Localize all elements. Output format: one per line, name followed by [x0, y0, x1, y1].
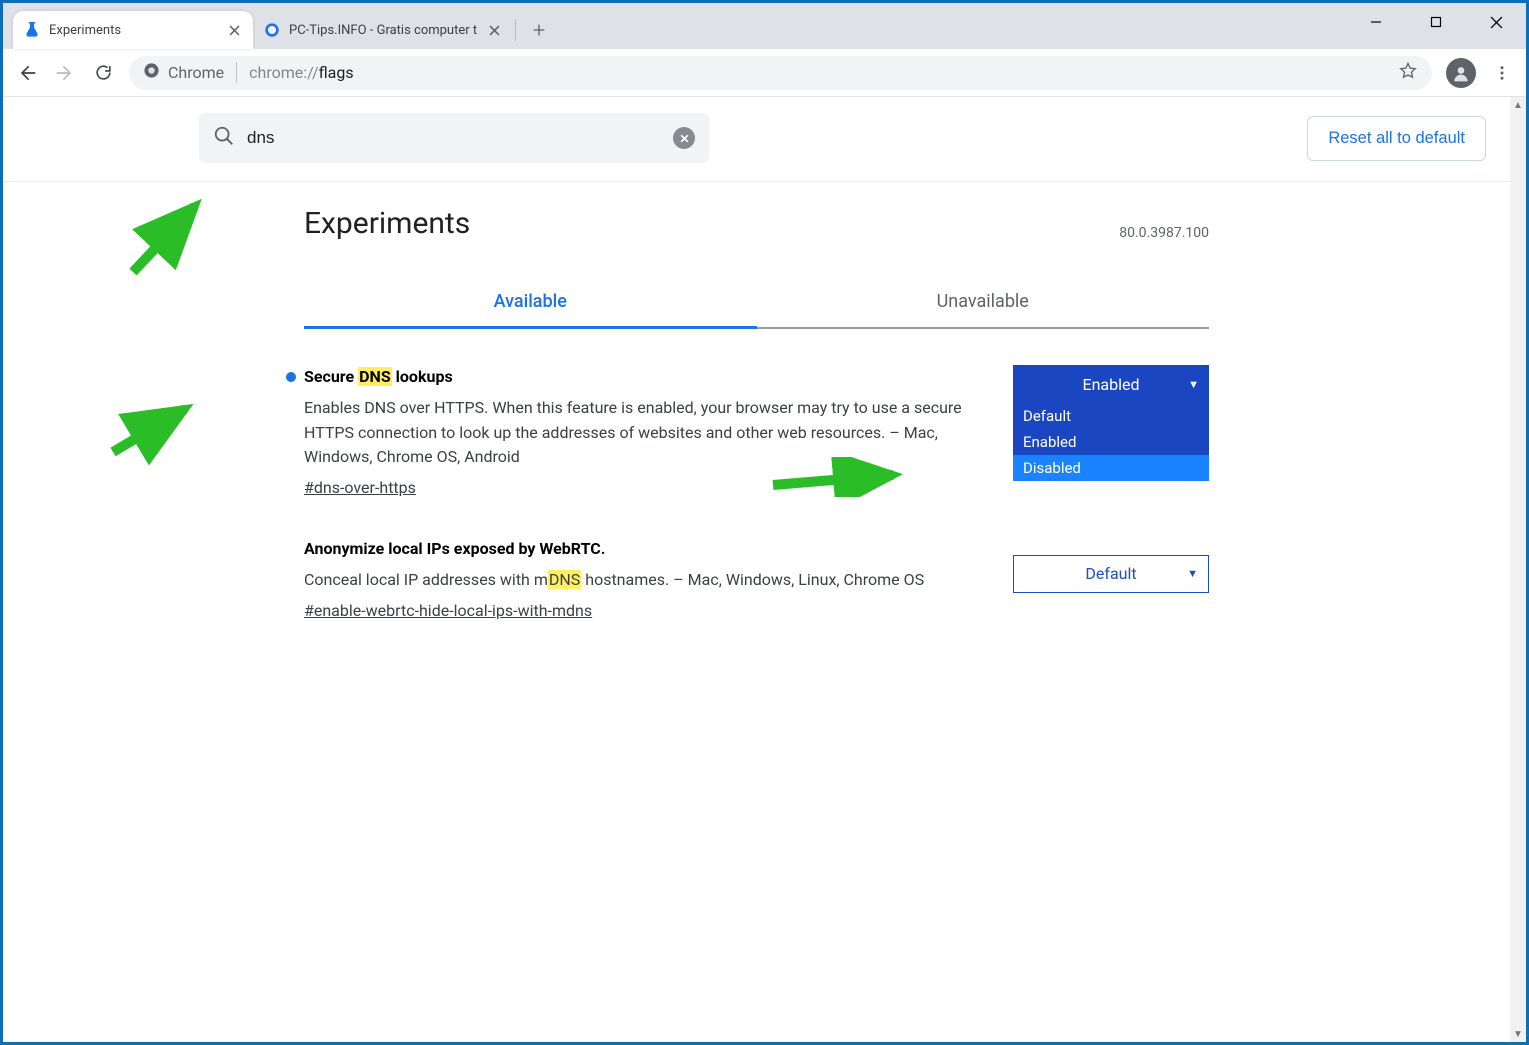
reload-button[interactable]	[85, 55, 121, 91]
chip-label: Chrome	[168, 63, 224, 82]
close-window-button[interactable]	[1466, 3, 1526, 41]
tab-unavailable[interactable]: Unavailable	[757, 279, 1210, 329]
vertical-scrollbar[interactable]: ▲ ▼	[1510, 97, 1526, 1042]
close-icon[interactable]	[225, 21, 243, 39]
page-body: Reset all to default Experiments 80.0.39…	[3, 97, 1526, 1042]
flag-title: Anonymize local IPs exposed by WebRTC.	[304, 537, 983, 562]
maximize-button[interactable]	[1406, 3, 1466, 41]
forward-button[interactable]	[47, 55, 83, 91]
search-icon	[213, 125, 235, 151]
chrome-icon	[143, 62, 160, 83]
tab-strip: Experiments PC-Tips.INFO - Gratis comput…	[3, 11, 1346, 49]
modified-dot-icon	[286, 372, 296, 382]
flag-row: Secure DNS lookups Enables DNS over HTTP…	[304, 329, 1209, 501]
flag-description: Enables DNS over HTTPS. When this featur…	[304, 396, 983, 470]
flask-icon	[23, 21, 41, 39]
new-tab-button[interactable]	[522, 13, 556, 47]
scroll-down-icon[interactable]: ▼	[1510, 1026, 1526, 1042]
url-text: chrome://flags	[249, 63, 353, 82]
option-enabled[interactable]: Enabled	[1013, 429, 1209, 455]
toolbar: Chrome chrome://flags	[3, 49, 1526, 97]
flag-hash-link[interactable]: #dns-over-https	[304, 476, 416, 501]
tab-pctips[interactable]: PC-Tips.INFO - Gratis computer t	[253, 11, 513, 49]
tab-available[interactable]: Available	[304, 279, 757, 329]
option-disabled[interactable]: Disabled	[1013, 455, 1209, 481]
back-button[interactable]	[9, 55, 45, 91]
clear-search-icon[interactable]	[673, 127, 695, 149]
globe-icon	[263, 21, 281, 39]
search-input[interactable]	[247, 128, 661, 148]
flags-search[interactable]	[199, 113, 709, 163]
address-bar[interactable]: Chrome chrome://flags	[129, 56, 1432, 90]
flag-title: Secure DNS lookups	[304, 365, 983, 390]
flag-row: Anonymize local IPs exposed by WebRTC. C…	[304, 501, 1209, 623]
close-icon[interactable]	[485, 21, 503, 39]
bookmark-star-icon[interactable]	[1398, 61, 1418, 85]
scroll-up-icon[interactable]: ▲	[1510, 97, 1526, 113]
subtabs: Available Unavailable	[304, 279, 1209, 329]
flag-select[interactable]: Default ▼	[1013, 555, 1209, 593]
flag-hash-link[interactable]: #enable-webrtc-hide-local-ips-with-mdns	[304, 599, 592, 624]
minimize-button[interactable]	[1346, 3, 1406, 41]
tab-title: PC-Tips.INFO - Gratis computer t	[289, 23, 477, 38]
site-chip: Chrome	[143, 62, 237, 83]
kebab-menu-icon[interactable]	[1484, 55, 1520, 91]
option-default[interactable]: Default	[1013, 403, 1209, 429]
reset-all-button[interactable]: Reset all to default	[1307, 116, 1486, 161]
window-controls	[1346, 3, 1526, 49]
tab-experiments[interactable]: Experiments	[13, 11, 253, 49]
tab-title: Experiments	[49, 23, 217, 38]
flag-select-dropdown: Default Enabled Disabled	[1013, 403, 1209, 481]
flag-description: Conceal local IP addresses with mDNS hos…	[304, 568, 983, 593]
chevron-down-icon: ▼	[1188, 378, 1199, 391]
page-title: Experiments	[304, 206, 470, 241]
version-text: 80.0.3987.100	[1119, 225, 1209, 241]
chevron-down-icon: ▼	[1187, 567, 1198, 580]
browser-chrome: Experiments PC-Tips.INFO - Gratis comput…	[3, 3, 1526, 97]
tab-separator	[515, 19, 516, 41]
flag-select[interactable]: Enabled ▼	[1013, 365, 1209, 403]
profile-avatar[interactable]	[1446, 58, 1476, 88]
